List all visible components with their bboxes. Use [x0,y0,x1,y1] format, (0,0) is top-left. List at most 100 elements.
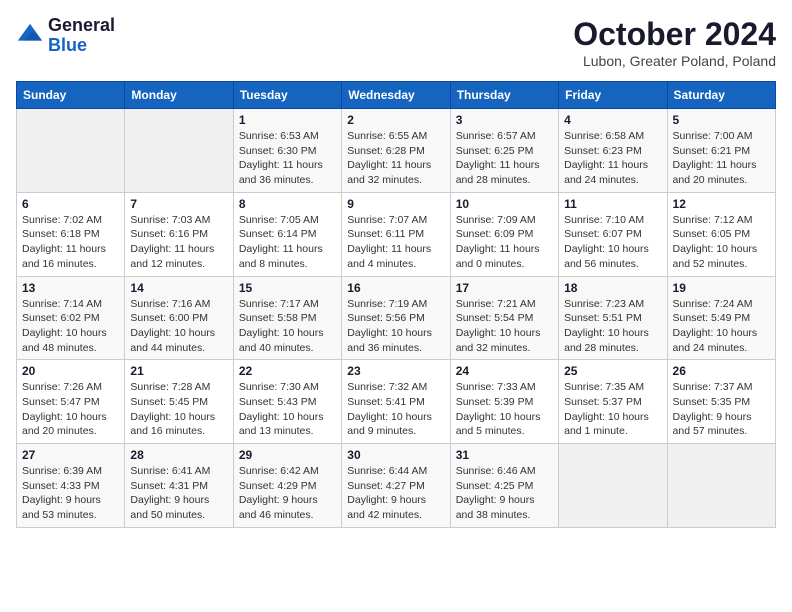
weekday-header: Saturday [667,82,775,109]
weekday-header: Tuesday [233,82,341,109]
day-info: Sunrise: 7:09 AMSunset: 6:09 PMDaylight:… [456,213,553,272]
day-number: 13 [22,281,119,295]
day-number: 24 [456,364,553,378]
day-info: Sunrise: 6:44 AMSunset: 4:27 PMDaylight:… [347,464,444,523]
calendar-cell [17,109,125,193]
day-number: 28 [130,448,227,462]
day-number: 15 [239,281,336,295]
calendar-cell: 15 Sunrise: 7:17 AMSunset: 5:58 PMDayligh… [233,276,341,360]
day-info: Sunrise: 7:24 AMSunset: 5:49 PMDaylight:… [673,297,770,356]
month-title: October 2024 [573,16,776,53]
title-block: October 2024 Lubon, Greater Poland, Pola… [573,16,776,69]
day-info: Sunrise: 6:46 AMSunset: 4:25 PMDaylight:… [456,464,553,523]
calendar-cell: 5Sunrise: 7:00 AMSunset: 6:21 PMDaylight… [667,109,775,193]
calendar-cell: 10 Sunrise: 7:09 AMSunset: 6:09 PMDayligh… [450,192,558,276]
day-number: 10 [456,197,553,211]
calendar-week-row: 13 Sunrise: 7:14 AMSunset: 6:02 PMDayligh… [17,276,776,360]
calendar-cell: 4 Sunrise: 6:58 AMSunset: 6:23 PMDaylight… [559,109,667,193]
day-number: 22 [239,364,336,378]
day-info: Sunrise: 7:32 AMSunset: 5:41 PMDaylight:… [347,380,444,439]
day-number: 19 [673,281,770,295]
day-number: 3 [456,113,553,127]
calendar-cell: 24 Sunrise: 7:33 AMSunset: 5:39 PMDayligh… [450,360,558,444]
logo-text: General Blue [48,16,115,56]
calendar-cell: 29 Sunrise: 6:42 AMSunset: 4:29 PMDayligh… [233,444,341,528]
calendar-cell: 18 Sunrise: 7:23 AMSunset: 5:51 PMDayligh… [559,276,667,360]
page-header: General Blue October 2024 Lubon, Greater… [16,16,776,69]
weekday-header: Thursday [450,82,558,109]
day-number: 23 [347,364,444,378]
day-info: Sunrise: 7:03 AMSunset: 6:16 PMDaylight:… [130,213,227,272]
day-info: Sunrise: 7:26 AMSunset: 5:47 PMDaylight:… [22,380,119,439]
day-number: 12 [673,197,770,211]
calendar-cell: 17 Sunrise: 7:21 AMSunset: 5:54 PMDayligh… [450,276,558,360]
day-info: Sunrise: 6:42 AMSunset: 4:29 PMDaylight:… [239,464,336,523]
day-number: 17 [456,281,553,295]
calendar-cell: 11 Sunrise: 7:10 AMSunset: 6:07 PMDayligh… [559,192,667,276]
logo-icon [16,22,44,50]
calendar-cell: 27Sunrise: 6:39 AMSunset: 4:33 PMDayligh… [17,444,125,528]
day-info: Sunrise: 7:21 AMSunset: 5:54 PMDaylight:… [456,297,553,356]
weekday-header: Wednesday [342,82,450,109]
day-number: 2 [347,113,444,127]
calendar-cell: 9Sunrise: 7:07 AMSunset: 6:11 PMDaylight… [342,192,450,276]
day-number: 20 [22,364,119,378]
day-info: Sunrise: 6:41 AMSunset: 4:31 PMDaylight:… [130,464,227,523]
calendar-cell: 31 Sunrise: 6:46 AMSunset: 4:25 PMDayligh… [450,444,558,528]
day-info: Sunrise: 7:33 AMSunset: 5:39 PMDaylight:… [456,380,553,439]
calendar-cell: 30 Sunrise: 6:44 AMSunset: 4:27 PMDayligh… [342,444,450,528]
day-info: Sunrise: 7:35 AMSunset: 5:37 PMDaylight:… [564,380,661,439]
day-number: 31 [456,448,553,462]
day-number: 18 [564,281,661,295]
logo: General Blue [16,16,115,56]
calendar-cell: 21Sunrise: 7:28 AMSunset: 5:45 PMDayligh… [125,360,233,444]
day-number: 16 [347,281,444,295]
weekday-header: Friday [559,82,667,109]
day-info: Sunrise: 6:53 AMSunset: 6:30 PMDaylight:… [239,129,336,188]
calendar-cell: 23 Sunrise: 7:32 AMSunset: 5:41 PMDayligh… [342,360,450,444]
day-info: Sunrise: 6:58 AMSunset: 6:23 PMDaylight:… [564,129,661,188]
day-number: 11 [564,197,661,211]
day-number: 29 [239,448,336,462]
calendar-cell: 25Sunrise: 7:35 AMSunset: 5:37 PMDayligh… [559,360,667,444]
calendar-cell: 8 Sunrise: 7:05 AMSunset: 6:14 PMDaylight… [233,192,341,276]
calendar-cell: 28 Sunrise: 6:41 AMSunset: 4:31 PMDayligh… [125,444,233,528]
day-info: Sunrise: 7:30 AMSunset: 5:43 PMDaylight:… [239,380,336,439]
day-info: Sunrise: 7:02 AMSunset: 6:18 PMDaylight:… [22,213,119,272]
day-info: Sunrise: 7:14 AMSunset: 6:02 PMDaylight:… [22,297,119,356]
calendar-cell: 14 Sunrise: 7:16 AMSunset: 6:00 PMDayligh… [125,276,233,360]
day-number: 4 [564,113,661,127]
calendar-week-row: 6 Sunrise: 7:02 AMSunset: 6:18 PMDaylight… [17,192,776,276]
day-number: 21 [130,364,227,378]
calendar-cell: 1 Sunrise: 6:53 AMSunset: 6:30 PMDaylight… [233,109,341,193]
day-number: 8 [239,197,336,211]
day-number: 30 [347,448,444,462]
day-info: Sunrise: 7:17 AMSunset: 5:58 PMDaylight:… [239,297,336,356]
calendar-cell: 26Sunrise: 7:37 AMSunset: 5:35 PMDayligh… [667,360,775,444]
day-info: Sunrise: 7:23 AMSunset: 5:51 PMDaylight:… [564,297,661,356]
day-info: Sunrise: 7:10 AMSunset: 6:07 PMDaylight:… [564,213,661,272]
weekday-header: Sunday [17,82,125,109]
day-number: 1 [239,113,336,127]
day-info: Sunrise: 7:00 AMSunset: 6:21 PMDaylight:… [673,129,770,188]
calendar-cell: 6 Sunrise: 7:02 AMSunset: 6:18 PMDaylight… [17,192,125,276]
calendar-cell: 19 Sunrise: 7:24 AMSunset: 5:49 PMDayligh… [667,276,775,360]
day-number: 26 [673,364,770,378]
day-info: Sunrise: 6:55 AMSunset: 6:28 PMDaylight:… [347,129,444,188]
day-number: 7 [130,197,227,211]
calendar-cell [559,444,667,528]
calendar-cell [667,444,775,528]
calendar-cell: 7 Sunrise: 7:03 AMSunset: 6:16 PMDaylight… [125,192,233,276]
day-info: Sunrise: 7:05 AMSunset: 6:14 PMDaylight:… [239,213,336,272]
calendar-week-row: 1 Sunrise: 6:53 AMSunset: 6:30 PMDaylight… [17,109,776,193]
day-info: Sunrise: 6:39 AMSunset: 4:33 PMDaylight:… [22,464,119,523]
day-number: 14 [130,281,227,295]
calendar-cell: 3Sunrise: 6:57 AMSunset: 6:25 PMDaylight… [450,109,558,193]
calendar-cell: 16 Sunrise: 7:19 AMSunset: 5:56 PMDayligh… [342,276,450,360]
day-number: 6 [22,197,119,211]
day-number: 9 [347,197,444,211]
day-info: Sunrise: 7:12 AMSunset: 6:05 PMDaylight:… [673,213,770,272]
day-info: Sunrise: 7:16 AMSunset: 6:00 PMDaylight:… [130,297,227,356]
calendar-cell: 13 Sunrise: 7:14 AMSunset: 6:02 PMDayligh… [17,276,125,360]
day-info: Sunrise: 7:19 AMSunset: 5:56 PMDaylight:… [347,297,444,356]
